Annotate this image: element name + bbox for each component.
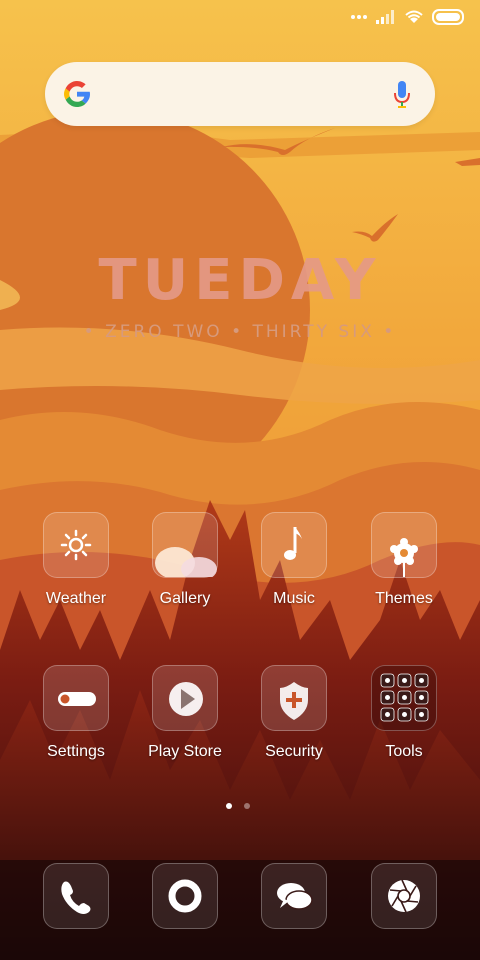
gallery-clouds-icon xyxy=(155,547,217,577)
phone-icon xyxy=(61,881,91,914)
page-dot-active[interactable] xyxy=(226,803,232,809)
clock-widget-day[interactable]: TUEDAY xyxy=(0,248,480,313)
dock-camera[interactable] xyxy=(349,863,459,929)
wallpaper xyxy=(0,0,480,960)
app-tools[interactable]: Tools xyxy=(349,665,459,761)
clock-widget-time[interactable]: • ZERO TWO • THIRTY SIX • xyxy=(0,322,480,342)
weather-sun-icon xyxy=(60,529,92,561)
wifi-icon xyxy=(405,10,423,23)
music-note-icon xyxy=(284,527,302,560)
more-dots-icon xyxy=(351,15,367,19)
app-label: Music xyxy=(273,590,315,607)
status-bar xyxy=(0,0,480,34)
app-themes[interactable]: Themes xyxy=(349,512,459,608)
app-gallery[interactable]: Gallery xyxy=(130,512,240,608)
google-logo-icon xyxy=(64,81,90,107)
app-label: Play Store xyxy=(148,743,222,760)
play-icon xyxy=(169,682,203,716)
app-label: Gallery xyxy=(159,590,211,607)
app-label: Weather xyxy=(45,590,107,607)
mic-icon[interactable] xyxy=(393,80,411,110)
app-label: Tools xyxy=(385,743,423,760)
battery-icon xyxy=(432,9,464,25)
page-indicator xyxy=(226,803,250,809)
app-play-store[interactable]: Play Store xyxy=(130,665,240,761)
camera-aperture-icon xyxy=(388,879,420,913)
app-weather[interactable]: Weather xyxy=(21,512,131,608)
app-music[interactable]: Music xyxy=(239,512,349,608)
messages-bubble-icon xyxy=(277,883,313,910)
google-search-bar[interactable] xyxy=(45,62,435,126)
tools-grid-icon xyxy=(380,673,429,722)
security-shield-icon xyxy=(280,682,308,720)
signal-icon xyxy=(376,10,394,24)
dock-messages[interactable] xyxy=(239,863,349,929)
settings-toggle-icon xyxy=(58,692,96,706)
app-settings[interactable]: Settings xyxy=(21,665,131,761)
app-label: Security xyxy=(265,743,323,760)
app-security[interactable]: Security xyxy=(239,665,349,761)
dock-browser[interactable] xyxy=(130,863,240,929)
app-label: Settings xyxy=(47,743,105,760)
browser-ring-icon xyxy=(168,879,202,913)
page-dot[interactable] xyxy=(244,803,250,809)
dock-phone[interactable] xyxy=(21,863,131,929)
app-label: Themes xyxy=(375,590,433,607)
themes-flower-icon xyxy=(390,538,418,577)
